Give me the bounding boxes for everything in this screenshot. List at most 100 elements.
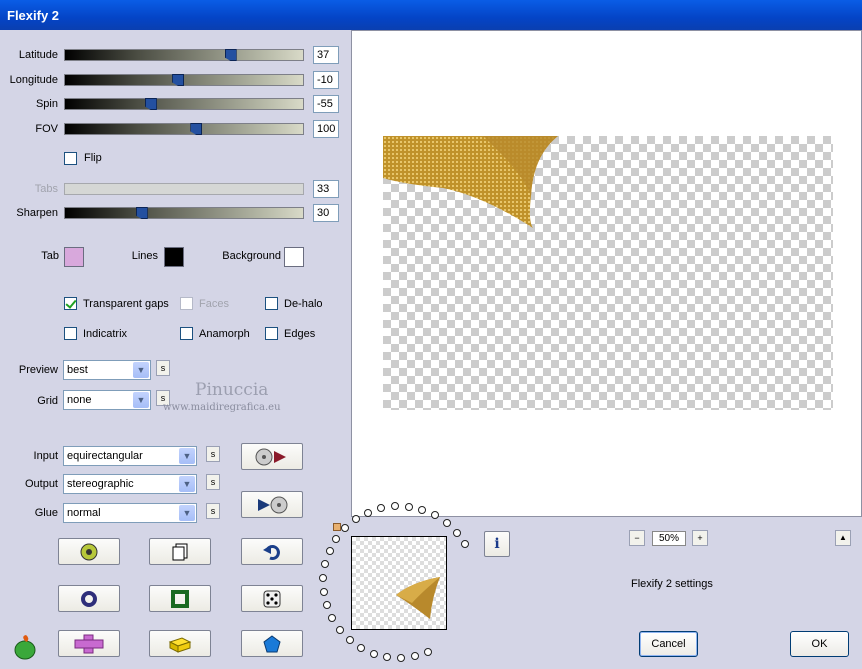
grid-select[interactable]: none ▼ [63,390,151,410]
input-to-output-button[interactable] [241,443,303,470]
ring-dot [335,625,344,634]
flip-checkbox[interactable] [64,152,77,165]
ring-dot [452,528,461,537]
anamorph-checkbox[interactable] [180,327,193,340]
navigator-thumbnail[interactable] [351,536,447,630]
ring-handle[interactable] [333,523,341,531]
ok-button[interactable]: OK [790,631,849,657]
flip-label: Flip [84,152,102,164]
copy-button[interactable] [149,538,211,565]
slider-label-spin: Spin [35,98,58,110]
plus-shape-button[interactable] [58,630,120,657]
grid-select-value: none [67,394,92,406]
ring-dot [345,635,354,644]
transparent-gaps-checkbox[interactable] [64,297,77,310]
lines-color-swatch[interactable] [164,247,184,267]
randomize-button[interactable] [58,538,120,565]
de-halo-checkbox[interactable] [265,297,278,310]
output-select[interactable]: stereographic ▼ [63,474,197,494]
tab-color-swatch[interactable] [64,247,84,267]
edges-label: Edges [284,328,316,340]
lines-color-label: Lines [131,250,158,262]
dice-icon [263,590,281,607]
value-field-longitude[interactable]: -10 [313,71,339,89]
pentagon-button[interactable] [241,630,303,657]
output-s-button[interactable]: s [206,474,220,490]
slider-latitude[interactable] [64,49,304,61]
chevron-down-icon: ▼ [179,505,195,521]
ring-dot [322,601,331,610]
zoom-in-button[interactable]: + [692,530,708,546]
forward-cd-icon [258,496,288,513]
lego-button[interactable] [149,630,211,657]
preview-label: Preview [18,364,58,376]
value-field-sharpen[interactable]: 30 [313,204,339,222]
undo-button[interactable] [241,538,303,565]
circle-shape-button[interactable] [58,585,120,612]
ring-dot [396,653,405,662]
input-select-value: equirectangular [67,450,143,462]
ring-dot [325,547,334,556]
preview-s-button[interactable]: s [156,360,170,376]
randomize-icon [80,543,98,560]
ring-dot [442,518,451,527]
faces-checkbox [180,297,193,310]
value-field-tabs[interactable]: 33 [313,180,339,198]
slider-thumb[interactable] [144,98,157,110]
slider-spin[interactable] [64,98,304,110]
ring-dot [431,511,440,520]
input-select[interactable]: equirectangular ▼ [63,446,197,466]
info-button[interactable]: i [484,531,510,557]
cd-forward-icon [255,448,286,465]
settings-name: Flexify 2 settings [631,578,713,590]
collapse-button[interactable]: ▲ [835,530,851,546]
chevron-down-icon: ▼ [133,392,149,408]
preview-image [383,136,558,228]
preview-select[interactable]: best ▼ [63,360,151,380]
value-field-fov[interactable]: 100 [313,120,339,138]
value-field-latitude[interactable]: 37 [313,46,339,64]
square-shape-button[interactable] [149,585,211,612]
watermark-name: Pinuccia [195,380,269,400]
indicatrix-checkbox[interactable] [64,327,77,340]
slider-thumb[interactable] [190,123,203,135]
ring-dot [424,648,433,657]
flaming-pear-logo-icon [14,635,36,660]
slider-longitude[interactable] [64,74,304,86]
ring-dot [319,574,328,583]
window-title: Flexify 2 [7,8,60,23]
slider-tabs [64,183,304,195]
slider-fov[interactable] [64,123,304,135]
chevron-down-icon: ▼ [133,362,149,378]
value-field-spin[interactable]: -55 [313,95,339,113]
dice-button[interactable] [241,585,303,612]
lego-brick-icon [168,636,192,653]
square-icon [171,589,189,608]
transparent-gaps-label: Transparent gaps [83,298,169,310]
slider-sharpen[interactable] [64,207,304,219]
slider-thumb[interactable] [172,74,185,86]
edges-checkbox[interactable] [265,327,278,340]
ring-dot [460,540,469,548]
ring-dot [332,534,341,543]
ring-dot [364,508,373,517]
circle-icon [81,590,97,607]
tab-color-label: Tab [41,250,59,262]
undo-icon [263,544,280,560]
glue-select[interactable]: normal ▼ [63,503,197,523]
input-s-button[interactable]: s [206,446,220,462]
cancel-button[interactable]: Cancel [639,631,698,657]
input-label: Input [33,450,58,462]
output-to-input-button[interactable] [241,491,303,518]
chevron-down-icon: ▼ [179,476,195,492]
slider-label-sharpen: Sharpen [16,207,58,219]
zoom-out-button[interactable]: − [629,530,645,546]
slider-thumb[interactable] [135,207,148,219]
preview-select-value: best [67,364,88,376]
glue-s-button[interactable]: s [206,503,220,519]
output-select-value: stereographic [67,478,134,490]
background-color-label: Background [222,250,281,262]
background-color-swatch[interactable] [284,247,304,267]
glue-select-value: normal [67,507,101,519]
slider-thumb[interactable] [224,49,237,61]
